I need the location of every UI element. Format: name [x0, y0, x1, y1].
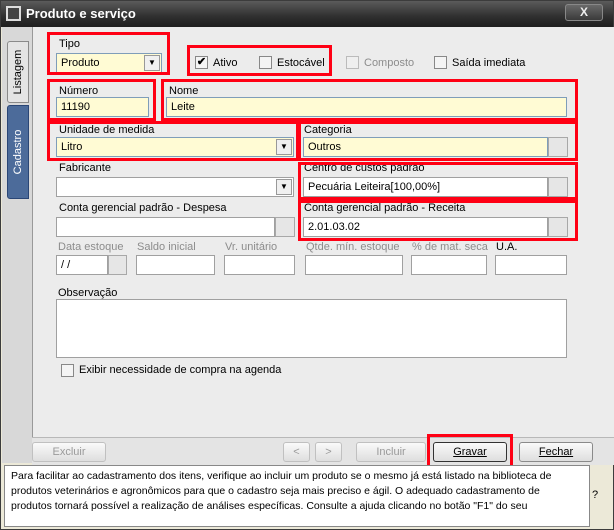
title-bar: Produto e serviço X: [1, 1, 613, 27]
numero-label: Número: [59, 85, 99, 97]
estocavel-label: Estocável: [277, 57, 325, 69]
qtde-min-label: Qtde. mín. estoque: [306, 241, 400, 253]
tipo-label: Tipo: [59, 38, 80, 50]
data-estoque-label: Data estoque: [58, 241, 124, 253]
incluir-label: Incluir: [376, 446, 406, 458]
estocavel-checkbox[interactable]: [259, 56, 272, 69]
fechar-label: Fechar: [538, 446, 574, 458]
gravar-button[interactable]: Gravar: [433, 442, 507, 462]
perc-mat-seca-input[interactable]: [411, 255, 487, 275]
saida-imediata-label: Saída imediata: [452, 57, 526, 69]
conta-despesa-label: Conta gerencial padrão - Despesa: [59, 202, 227, 214]
conta-receita-lookup-button[interactable]: [548, 217, 568, 237]
saldo-inicial-label: Saldo inicial: [137, 241, 196, 253]
tab-cadastro-label: Cadastro: [12, 129, 24, 175]
vr-unitario-input[interactable]: [224, 255, 295, 275]
categoria-input[interactable]: Outros: [303, 137, 548, 157]
tab-listagem[interactable]: Listagem: [7, 41, 29, 103]
app-icon: [6, 6, 21, 21]
conta-receita-input[interactable]: 2.01.03.02: [303, 217, 548, 237]
composto-label: Composto: [364, 57, 415, 69]
observacao-textarea[interactable]: [56, 299, 567, 358]
prev-button[interactable]: <: [283, 442, 310, 462]
categoria-lookup-button[interactable]: [548, 137, 568, 157]
window-title: Produto e serviço: [26, 6, 136, 21]
fechar-button[interactable]: Fechar: [519, 442, 593, 462]
categoria-label: Categoria: [304, 124, 352, 136]
tab-listagem-label: Listagem: [12, 49, 24, 95]
centro-custos-label: Centro de custos padrão: [304, 162, 425, 174]
numero-input[interactable]: 11190: [56, 97, 149, 117]
ativo-label: Ativo: [213, 57, 238, 69]
excluir-button[interactable]: Excluir: [32, 442, 106, 462]
excluir-label: Excluir: [52, 446, 86, 458]
chevron-down-icon[interactable]: ▼: [144, 55, 160, 71]
tab-cadastro[interactable]: Cadastro: [7, 105, 29, 199]
nome-label: Nome: [169, 85, 199, 97]
perc-mat-seca-label: % de mat. seca: [412, 241, 488, 253]
saldo-inicial-input[interactable]: [136, 255, 215, 275]
side-tabs: Listagem Cadastro: [2, 27, 32, 463]
ua-input[interactable]: [495, 255, 567, 275]
help-question-icon[interactable]: ?: [592, 489, 598, 501]
ua-label: U.A.: [496, 241, 518, 253]
unidade-select[interactable]: Litro ▼: [56, 137, 294, 157]
check-icon: ✔: [196, 56, 207, 68]
exibir-necessidade-checkbox[interactable]: [61, 364, 74, 377]
centro-custos-lookup-button[interactable]: [548, 177, 568, 197]
ativo-checkbox[interactable]: ✔: [195, 56, 208, 69]
gravar-label: Gravar: [453, 446, 487, 458]
conta-despesa-lookup-button[interactable]: [275, 217, 295, 237]
saida-imediata-checkbox[interactable]: [434, 56, 447, 69]
centro-custos-input[interactable]: Pecuária Leiteira[100,00%]: [303, 177, 548, 197]
tipo-value: Produto: [61, 57, 100, 69]
tipo-select[interactable]: Produto ▼: [56, 53, 162, 73]
nome-input[interactable]: Leite: [166, 97, 567, 117]
next-button[interactable]: >: [315, 442, 342, 462]
chevron-down-icon[interactable]: ▼: [276, 179, 292, 195]
chevron-down-icon[interactable]: ▼: [276, 139, 292, 155]
close-button[interactable]: X: [565, 4, 603, 21]
conta-receita-label: Conta gerencial padrão - Receita: [304, 202, 466, 214]
observacao-label: Observação: [58, 287, 118, 299]
conta-despesa-input[interactable]: [56, 217, 275, 237]
fabricante-label: Fabricante: [59, 162, 111, 174]
qtde-min-input[interactable]: [305, 255, 403, 275]
exibir-necessidade-label: Exibir necessidade de compra na agenda: [79, 364, 282, 376]
data-estoque-input[interactable]: / /: [56, 255, 108, 275]
unidade-value: Litro: [61, 141, 83, 153]
unidade-label: Unidade de medida: [59, 124, 155, 136]
help-text-box: Para facilitar ao cadastramento dos iten…: [4, 465, 590, 527]
composto-checkbox[interactable]: [346, 56, 359, 69]
vr-unitario-label: Vr. unitário: [225, 241, 278, 253]
data-estoque-calendar-button[interactable]: [108, 255, 127, 275]
product-service-window: Produto e serviço X Listagem Cadastro Ti…: [0, 0, 614, 530]
fabricante-select[interactable]: ▼: [56, 177, 294, 197]
incluir-button[interactable]: Incluir: [356, 442, 426, 462]
